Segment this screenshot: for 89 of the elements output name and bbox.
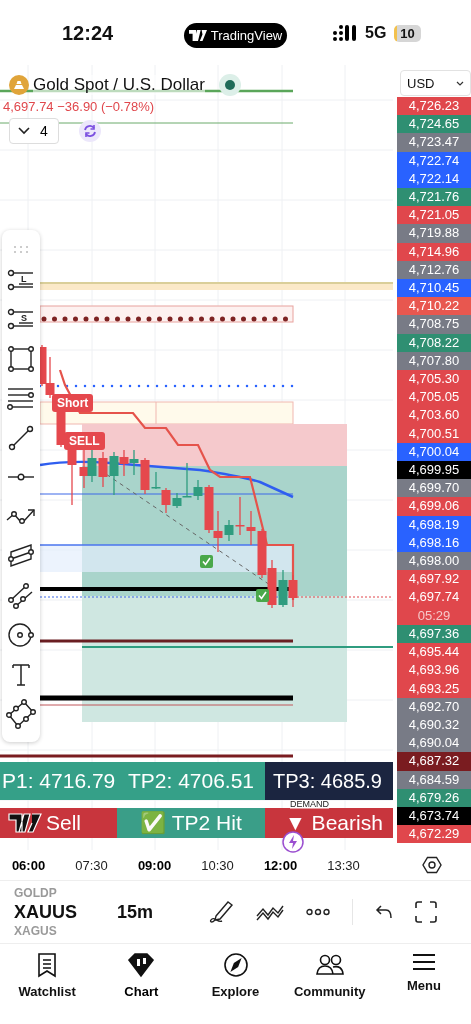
network-type: 5G bbox=[365, 24, 387, 42]
candle bbox=[288, 574, 298, 608]
menu-icon bbox=[411, 952, 436, 972]
signal-cell: TP2: 4706.51 bbox=[117, 762, 265, 800]
signal-icon bbox=[333, 24, 357, 42]
indicators-toggle[interactable]: 4 bbox=[9, 118, 59, 144]
horizontal-ray-icon[interactable] bbox=[8, 473, 34, 482]
logo-icon bbox=[188, 30, 207, 41]
refresh-icon[interactable] bbox=[78, 120, 101, 142]
signal-cell: TP3: 4685.9 bbox=[265, 762, 393, 800]
signal-cell: ▼ Bearish bbox=[265, 808, 393, 838]
candle bbox=[98, 451, 108, 488]
settings-icon[interactable] bbox=[422, 855, 442, 875]
rectangle-icon[interactable] bbox=[8, 345, 34, 372]
chart-tab[interactable]: Chart bbox=[94, 944, 189, 1024]
price-label: 4,698.00 bbox=[397, 552, 471, 571]
time-label: 13:30 bbox=[326, 857, 361, 873]
menu-tab[interactable]: Menu bbox=[376, 944, 471, 1024]
more-icon[interactable] bbox=[306, 908, 331, 916]
price-label: 4,699.06 bbox=[397, 497, 471, 516]
time-label: 07:30 bbox=[74, 857, 109, 873]
candle bbox=[257, 528, 267, 579]
symbol-title[interactable]: Gold Spot / U.S. Dollar bbox=[33, 75, 205, 95]
candle bbox=[246, 510, 256, 546]
time-label: 10:30 bbox=[200, 857, 235, 873]
candle bbox=[45, 356, 55, 399]
price-label: 4,726.23 bbox=[397, 97, 471, 116]
price-label: 4,705.05 bbox=[397, 388, 471, 407]
pen-icon[interactable] bbox=[208, 899, 235, 925]
price-label: 4,672.29 bbox=[397, 825, 471, 844]
candle bbox=[278, 569, 288, 608]
price-label: 4,703.60 bbox=[397, 406, 471, 425]
price-label: 4,687.32 bbox=[397, 752, 471, 771]
price-label: 4,724.65 bbox=[397, 115, 471, 134]
price-label: 4,697.74 05:29 bbox=[397, 588, 471, 625]
price-label: 4,708.75 bbox=[397, 315, 471, 334]
coin-icon bbox=[9, 75, 29, 95]
price-label: 4,705.30 bbox=[397, 370, 471, 389]
sell-label: SELL bbox=[64, 432, 105, 450]
compass-icon bbox=[222, 952, 249, 978]
text-tool-icon[interactable] bbox=[11, 662, 31, 687]
zone-label: DEMAND bbox=[290, 800, 329, 809]
signal-cell: P1: 4716.79 bbox=[0, 762, 117, 800]
signal-cell: ✅ TP2 Hit bbox=[117, 808, 265, 838]
fib-levels-icon[interactable] bbox=[7, 386, 35, 411]
short-label: Short bbox=[52, 394, 94, 412]
time-label: 09:00 bbox=[136, 857, 173, 873]
people-icon bbox=[314, 952, 345, 978]
price-label: 4,723.47 bbox=[397, 133, 471, 152]
check-icon bbox=[200, 555, 213, 568]
candle bbox=[87, 449, 97, 483]
price-label: 4,719.88 bbox=[397, 224, 471, 243]
lightning-icon[interactable] bbox=[282, 831, 304, 853]
trend-line-icon[interactable] bbox=[8, 424, 34, 451]
currency-select[interactable]: USD bbox=[400, 70, 471, 96]
community-tab[interactable]: Community bbox=[282, 944, 377, 1024]
battery-level: 10 bbox=[394, 24, 421, 42]
logo-icon bbox=[8, 813, 42, 833]
explore-tab[interactable]: Explore bbox=[188, 944, 283, 1024]
price-label: 4,721.76 bbox=[397, 188, 471, 207]
watchlist-tab[interactable]: Watchlist bbox=[0, 944, 95, 1024]
chevron-down-icon bbox=[456, 80, 464, 86]
time-label: 12:00 bbox=[262, 857, 299, 873]
undo-icon[interactable] bbox=[375, 904, 394, 920]
price-label: 4,710.45 bbox=[397, 279, 471, 298]
double-line-icon[interactable] bbox=[8, 582, 34, 609]
fullscreen-icon[interactable] bbox=[415, 901, 438, 923]
price-label: 4,699.95 bbox=[397, 461, 471, 480]
candle bbox=[129, 449, 139, 476]
price-change: 4,697.74 −36.90 (−0.78%) bbox=[3, 99, 156, 114]
price-label: 4,699.70 bbox=[397, 479, 471, 498]
price-label: 4,721.05 bbox=[397, 206, 471, 225]
price-label: 4,695.44 bbox=[397, 643, 471, 662]
time-label: 06:00 bbox=[10, 857, 47, 873]
circle-icon[interactable] bbox=[7, 622, 35, 649]
candle bbox=[267, 559, 277, 609]
check-icon bbox=[256, 589, 269, 602]
symbol-option[interactable]: XAUUS bbox=[14, 900, 104, 924]
price-label: 4,710.22 bbox=[397, 297, 471, 316]
price-label: 4,697.92 bbox=[397, 570, 471, 589]
chevron-down-icon bbox=[18, 127, 30, 135]
clock-time: 12:24 bbox=[62, 22, 114, 45]
app-pill: TradingView bbox=[184, 23, 287, 48]
polygon-icon[interactable] bbox=[6, 699, 36, 730]
price-label: 4,693.96 bbox=[397, 661, 471, 680]
drag-handle-icon[interactable] bbox=[13, 245, 29, 253]
interval-button[interactable]: 15m bbox=[117, 901, 154, 923]
price-label: 4,690.04 bbox=[397, 734, 471, 753]
chart-icon bbox=[127, 952, 156, 978]
